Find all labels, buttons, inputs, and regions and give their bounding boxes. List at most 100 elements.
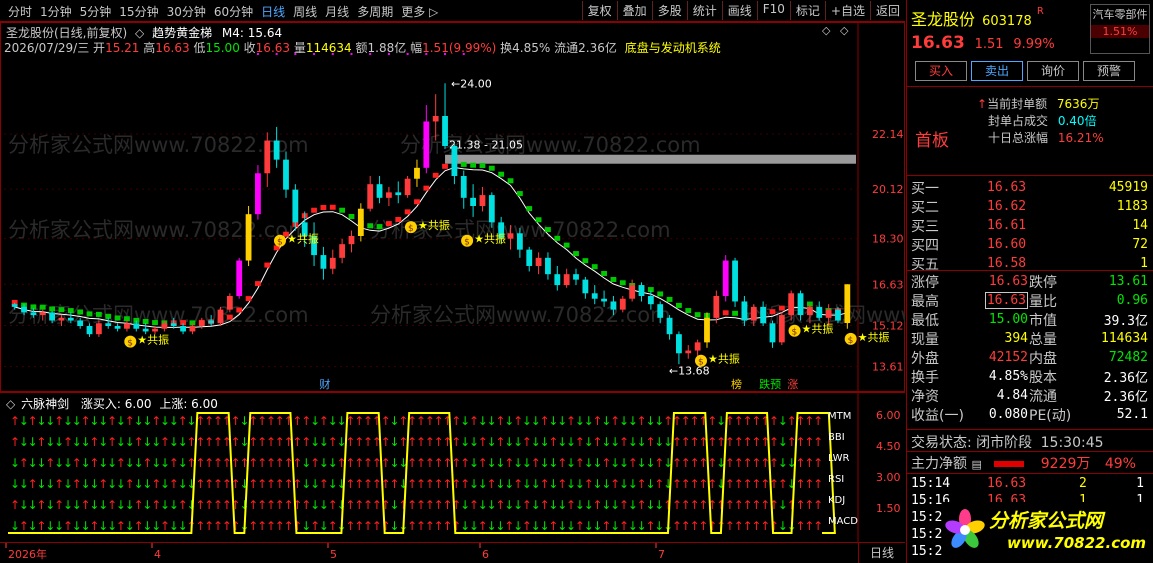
ladder-step [86,311,93,317]
candle-body [732,260,738,302]
resonance-marker: ★共振 [858,330,890,344]
candle-body [423,121,430,168]
ladder-step [554,235,561,241]
stat-row: 最低 15.00 市值 39.3亿 [907,310,1153,329]
chart-controls: ◇ ◇ [822,24,848,37]
candle-body [264,140,271,174]
toolbar-button-2[interactable]: 多股 [651,1,687,20]
ladder-step [685,308,692,314]
ten-day-value: 16.21% [1057,131,1104,145]
toolbar-button-5[interactable]: F10 [756,1,790,20]
period-tab-5[interactable]: 60分钟 [210,3,257,20]
inquiry-button[interactable]: 询价 [1027,61,1079,81]
ladder-step [264,262,271,268]
sector-box[interactable]: 汽车零部件 1.51% [1090,4,1150,54]
indicator-tick-label: 4.50 [876,440,901,453]
candle-body [114,326,121,329]
candle-body [292,189,299,223]
period-tab-6[interactable]: 日线 [257,3,289,20]
candle-body [619,298,626,310]
toolbar-button-6[interactable]: 标记 [789,1,825,20]
ladder-step [95,311,102,317]
candlestick-chart[interactable]: 分析家公式网www.70822.com 分析家公式网www.70822.com 分析… [0,22,1041,392]
candle-body [39,312,46,316]
toolbar-button-7[interactable]: +自选 [824,1,870,20]
toolbar-button-4[interactable]: 画线 [721,1,757,20]
indicator-name[interactable]: 趋势黄金梯 [152,26,212,40]
ladder-step [676,302,682,308]
candle-body [376,184,383,198]
toolbar-button-0[interactable]: 复权 [581,1,617,20]
candle-body [516,233,523,250]
bid-row[interactable]: 买二 16.62 1183 [907,197,1153,216]
ladder-step [385,221,392,227]
time-axis-svg: 2026年 4 5 6 7 [5,543,665,561]
toolbar-button-1[interactable]: 叠加 [616,1,652,20]
dropdown-icon[interactable]: ◇ [135,26,144,40]
candle-body [479,195,486,206]
bid-label: 买一 [911,180,939,197]
ladder-step [376,224,383,230]
list-icon[interactable]: ▤ [971,458,981,471]
candle-body [573,274,579,280]
diamond-icon[interactable]: ◇ [822,24,830,37]
period-tab-8[interactable]: 月线 [321,3,353,20]
event-tag[interactable]: 跌预 [759,377,781,391]
bid-row[interactable]: 买四 16.60 72 [907,235,1153,254]
stat-value: 15.00 [988,312,1028,327]
bid-volume: 14 [1132,218,1148,233]
price-tick-label: 20.12 [872,183,904,196]
candle-body [704,317,710,343]
period-tab-0[interactable]: 分时 [4,3,36,20]
seal-ratio: 0.40倍 [1057,114,1097,128]
bid-row[interactable]: 买三 16.61 14 [907,216,1153,235]
stat-row: 现量 394 总量 114634 [907,329,1153,348]
candle-body [750,306,757,321]
main-flow-row[interactable]: 主力净额 ▤ 9229万 49% [911,453,1153,472]
money-bag-icon: $ [848,336,854,346]
resonance-marker: ★共振 [474,232,506,246]
candle-body [170,323,177,326]
up-value-label: 上涨: 6.00 [159,397,218,411]
ladder-step [367,223,374,229]
indicator-title[interactable]: 六脉神剑 [21,397,69,411]
period-tab-4[interactable]: 30分钟 [163,3,210,20]
dropdown-icon[interactable]: ◇ [6,397,15,411]
candle-body [526,249,533,266]
ladder-step [535,217,542,223]
candle-body [685,350,692,354]
candle-body [255,173,261,215]
resonance-marker: ★共振 [708,352,740,366]
event-tag[interactable]: 涨 [787,378,798,391]
ladder-step [470,162,477,168]
candle-body [545,257,551,275]
money-bag-icon: $ [464,238,470,248]
period-tab-1[interactable]: 1分钟 [36,3,76,20]
candle-body [320,255,327,269]
period-tab-3[interactable]: 15分钟 [115,3,162,20]
toolbar-button-3[interactable]: 统计 [686,1,722,20]
ladder-step [67,308,74,314]
period-tab-2[interactable]: 5分钟 [76,3,116,20]
money-bag-icon: $ [698,358,704,368]
main-flow-label: 主力净额 [911,456,967,472]
main-flow-value: 9229万 [1040,456,1091,472]
ladder-step [432,172,439,178]
event-tag[interactable]: 财 [319,377,330,391]
buy-button[interactable]: 买入 [915,61,967,81]
six-pulse-indicator-panel[interactable]: 6.00 4.50 3.00 1.50 ↑ ↑ ↓ ↓ ↑ ↓ ↓ ↓ ↑ ↓ ↓ ↑ ↑ ↓ ↓ ↑ ↓ ↓ ↓ ↑ ↓ ↓ ↑ ↑… [0,392,905,543]
candle-body [49,312,56,321]
period-indicator[interactable]: 日线 [858,543,905,563]
event-tag[interactable]: 榜 [731,377,742,391]
period-tab-7[interactable]: 周线 [289,3,321,20]
ladder-step [245,296,252,302]
ladder-step [479,163,486,168]
chart-settings-icon[interactable]: ◇ [840,24,848,37]
stat-value: 4.84 [996,388,1028,403]
bid-row[interactable]: 买一 16.63 45919 [907,178,1153,197]
period-tab-10[interactable]: 更多 ▷ [397,3,442,20]
toolbar-button-8[interactable]: 返回 [869,1,905,20]
alert-button[interactable]: 预警 [1083,61,1135,81]
period-tab-9[interactable]: 多周期 [353,3,397,20]
sell-button[interactable]: 卖出 [971,61,1023,81]
